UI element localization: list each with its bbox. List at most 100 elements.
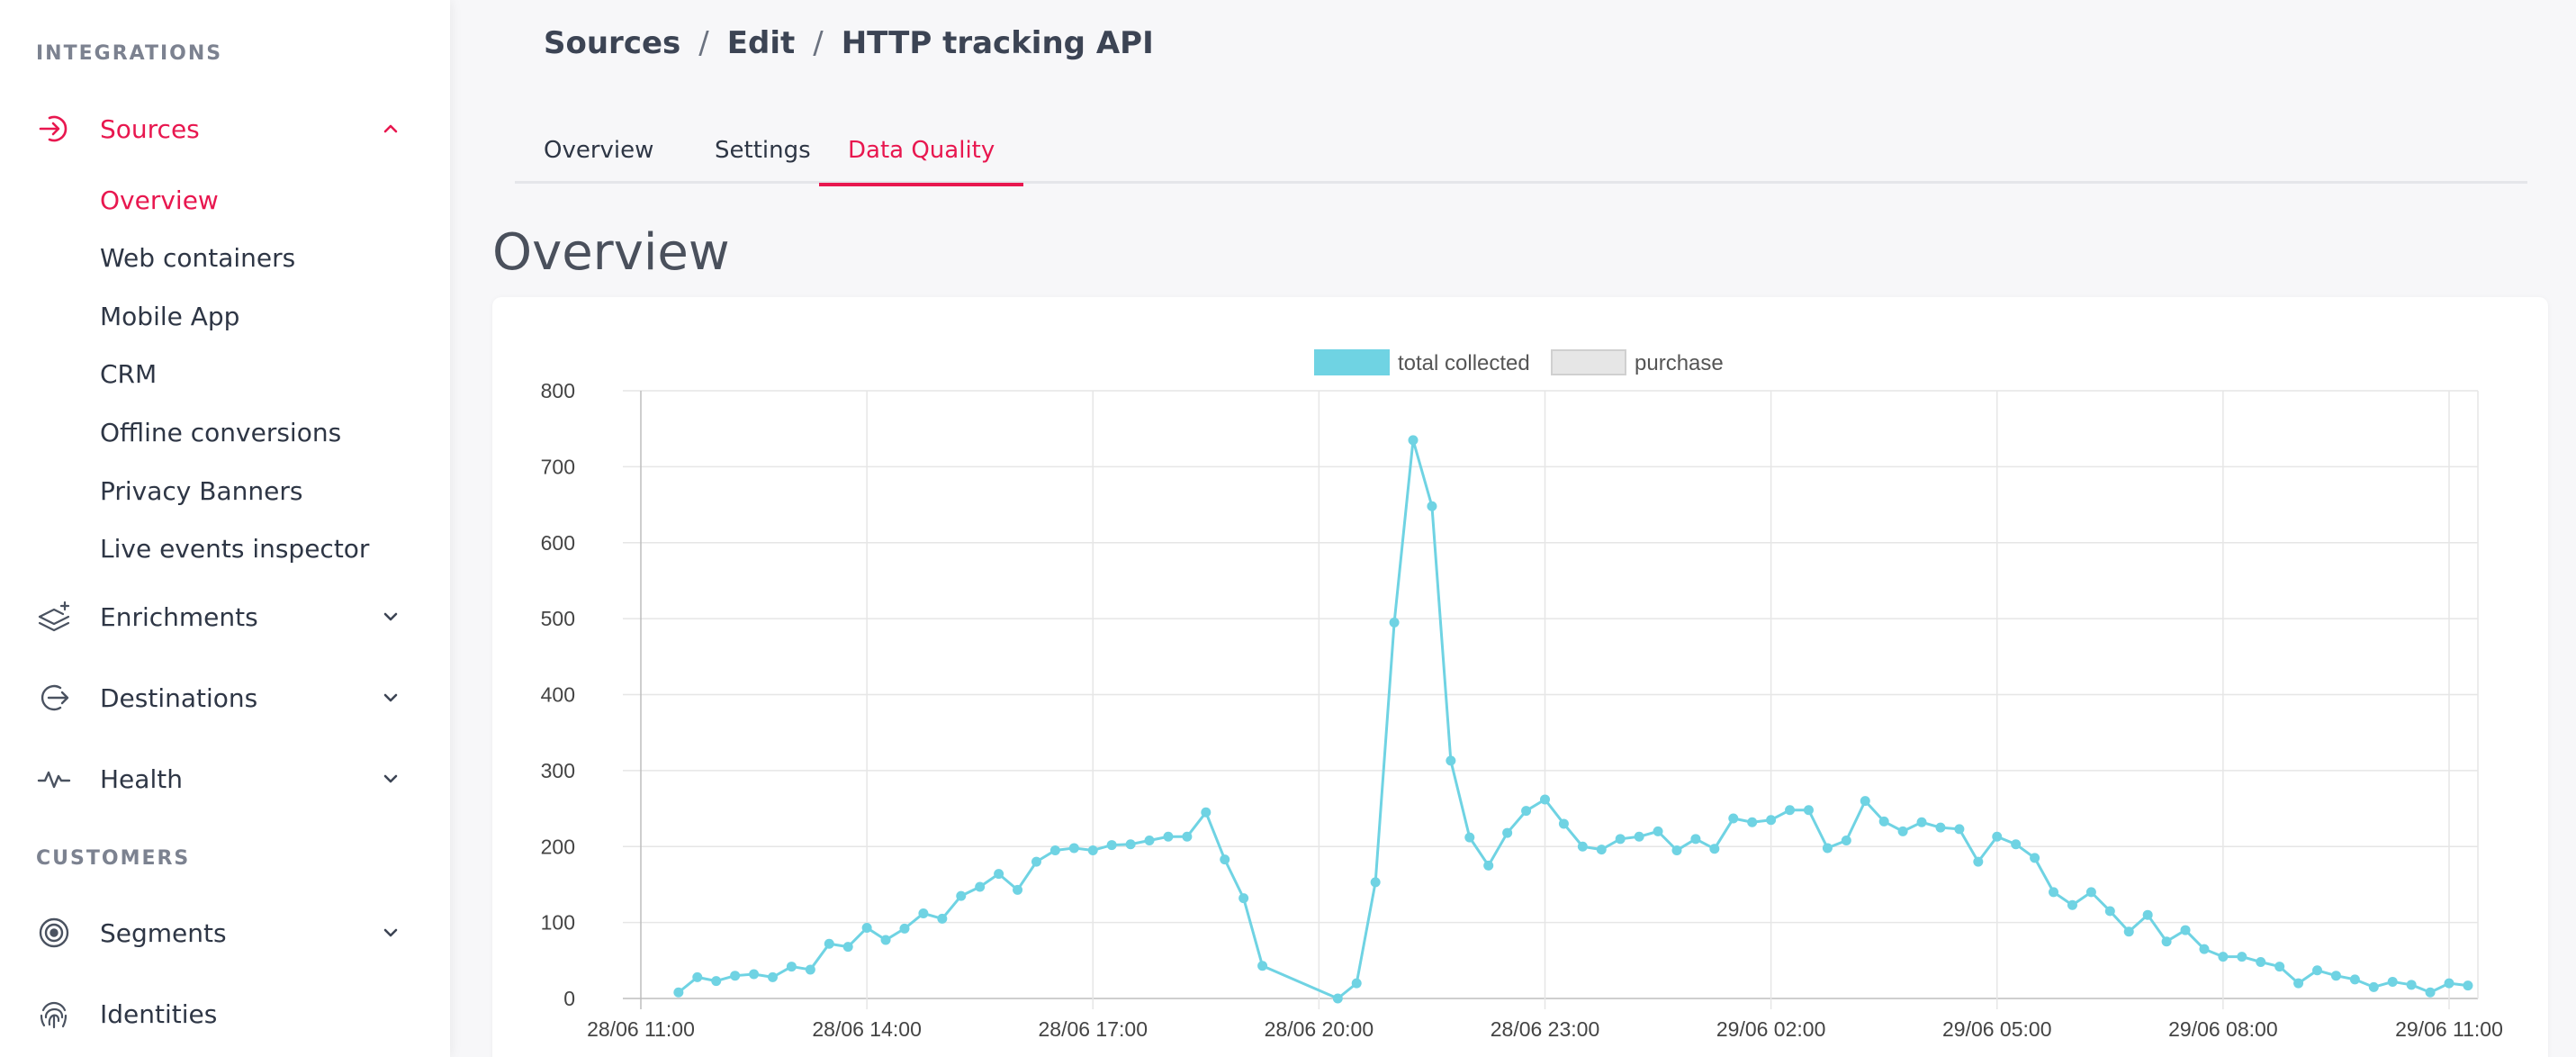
data-point xyxy=(2104,906,2115,917)
data-point xyxy=(1992,831,2003,842)
data-point xyxy=(975,881,986,892)
sidebar: INTEGRATIONS Sources Overview Web contai… xyxy=(0,0,450,1057)
pulse-icon xyxy=(36,761,86,797)
sidebar-subitem-crm[interactable]: CRM xyxy=(100,359,157,389)
data-point xyxy=(2123,926,2134,937)
x-tick-label: 29/06 08:00 xyxy=(2168,1017,2278,1041)
sidebar-item-enrichments[interactable]: Enrichments xyxy=(36,590,414,644)
tab-settings[interactable]: Settings xyxy=(686,137,840,184)
chevron-up-icon[interactable] xyxy=(376,114,405,143)
sidebar-item-segments[interactable]: Segments xyxy=(36,906,414,960)
data-point xyxy=(1049,845,1060,855)
data-point xyxy=(2142,909,2153,920)
legend-label: total collected xyxy=(1398,351,1530,375)
data-point xyxy=(2085,887,2096,898)
data-point xyxy=(2237,952,2247,962)
chart-card: 0 100 200 300 400 500 600 700 800 28/06 11:00 28/0… xyxy=(492,297,2548,1057)
sidebar-item-label: Segments xyxy=(100,917,227,948)
data-point xyxy=(1878,816,1889,827)
data-point xyxy=(2312,965,2323,976)
data-point xyxy=(1125,839,1136,850)
data-point xyxy=(1860,796,1870,807)
sidebar-item-identities[interactable]: Identities xyxy=(36,987,414,1041)
legend-swatch xyxy=(1551,349,1626,375)
sign-in-icon xyxy=(36,111,86,147)
sidebar-item-health[interactable]: Health xyxy=(36,752,414,806)
chevron-down-icon[interactable] xyxy=(376,764,405,793)
sidebar-item-sources[interactable]: Sources xyxy=(36,102,414,156)
breadcrumb-sources[interactable]: Sources xyxy=(544,25,680,61)
data-point xyxy=(1540,794,1550,805)
breadcrumb-separator: / xyxy=(698,25,709,61)
data-point xyxy=(994,869,1004,880)
data-point xyxy=(1182,831,1193,842)
data-point xyxy=(2387,976,2398,987)
data-point xyxy=(1068,843,1079,854)
data-point xyxy=(2067,899,2077,910)
data-point xyxy=(2030,853,2040,863)
data-point xyxy=(1897,826,1908,836)
data-point xyxy=(1709,844,1720,854)
section-title-integrations: INTEGRATIONS xyxy=(36,42,223,65)
sidebar-item-destinations[interactable]: Destinations xyxy=(36,671,414,725)
data-point xyxy=(1163,831,1174,842)
y-tick-label: 200 xyxy=(541,835,575,858)
chevron-down-icon[interactable] xyxy=(376,918,405,947)
data-point xyxy=(1238,893,1249,904)
chevron-down-icon[interactable] xyxy=(376,602,405,631)
data-point xyxy=(899,923,910,934)
data-point xyxy=(1013,884,1023,895)
sidebar-subitem-mobile-app[interactable]: Mobile App xyxy=(100,302,239,331)
data-point xyxy=(1973,856,1984,867)
data-point xyxy=(1803,805,1814,816)
data-point xyxy=(1446,755,1456,766)
data-point xyxy=(805,964,815,975)
line-chart: 0 100 200 300 400 500 600 700 800 28/06 11:00 28/0… xyxy=(541,349,2503,1041)
data-point xyxy=(673,987,684,998)
x-tick-label: 28/06 11:00 xyxy=(587,1017,695,1041)
data-point xyxy=(1577,841,1588,852)
page-title: Overview xyxy=(492,223,730,282)
data-point xyxy=(1351,978,1362,989)
data-point xyxy=(1785,805,1796,816)
data-point xyxy=(1144,836,1155,845)
data-point xyxy=(1653,826,1663,836)
data-point xyxy=(2293,978,2304,989)
data-point xyxy=(1521,806,1532,817)
x-tick-label: 28/06 20:00 xyxy=(1265,1017,1374,1041)
breadcrumb-separator: / xyxy=(813,25,824,61)
x-tick-label: 29/06 02:00 xyxy=(1716,1017,1826,1041)
data-point xyxy=(2274,962,2285,972)
chevron-down-icon[interactable] xyxy=(376,683,405,712)
data-point xyxy=(1220,854,1230,865)
y-tick-label: 500 xyxy=(541,607,575,630)
data-point xyxy=(2406,980,2417,990)
breadcrumb-edit[interactable]: Edit xyxy=(727,25,795,61)
data-point xyxy=(1464,832,1475,843)
data-point xyxy=(937,913,948,924)
tab-data-quality[interactable]: Data Quality xyxy=(819,137,1024,186)
data-point xyxy=(2256,957,2266,967)
data-point xyxy=(1502,827,1513,838)
sidebar-subitem-live-events-inspector[interactable]: Live events inspector xyxy=(100,534,369,564)
x-tick-label: 28/06 17:00 xyxy=(1038,1017,1148,1041)
x-tick-label: 29/06 05:00 xyxy=(1942,1017,2052,1041)
data-point xyxy=(1822,843,1833,854)
data-point xyxy=(692,971,703,982)
sidebar-subitem-web-containers[interactable]: Web containers xyxy=(100,243,295,273)
data-point xyxy=(1332,993,1343,1004)
data-point xyxy=(918,908,929,918)
sidebar-subitem-overview[interactable]: Overview xyxy=(100,185,219,215)
x-tick-label: 28/06 23:00 xyxy=(1491,1017,1600,1041)
data-point xyxy=(2463,980,2473,991)
data-point xyxy=(1596,845,1607,855)
data-point xyxy=(1634,831,1644,842)
sidebar-item-label: Destinations xyxy=(100,682,258,713)
tab-overview[interactable]: Overview xyxy=(515,137,682,184)
data-point xyxy=(1370,877,1381,888)
sidebar-subitem-offline-conversions[interactable]: Offline conversions xyxy=(100,418,341,447)
data-point xyxy=(956,890,967,901)
sidebar-subitem-privacy-banners[interactable]: Privacy Banners xyxy=(100,476,302,506)
data-point xyxy=(2180,925,2191,935)
breadcrumb: Sources / Edit / HTTP tracking API xyxy=(544,25,1154,61)
